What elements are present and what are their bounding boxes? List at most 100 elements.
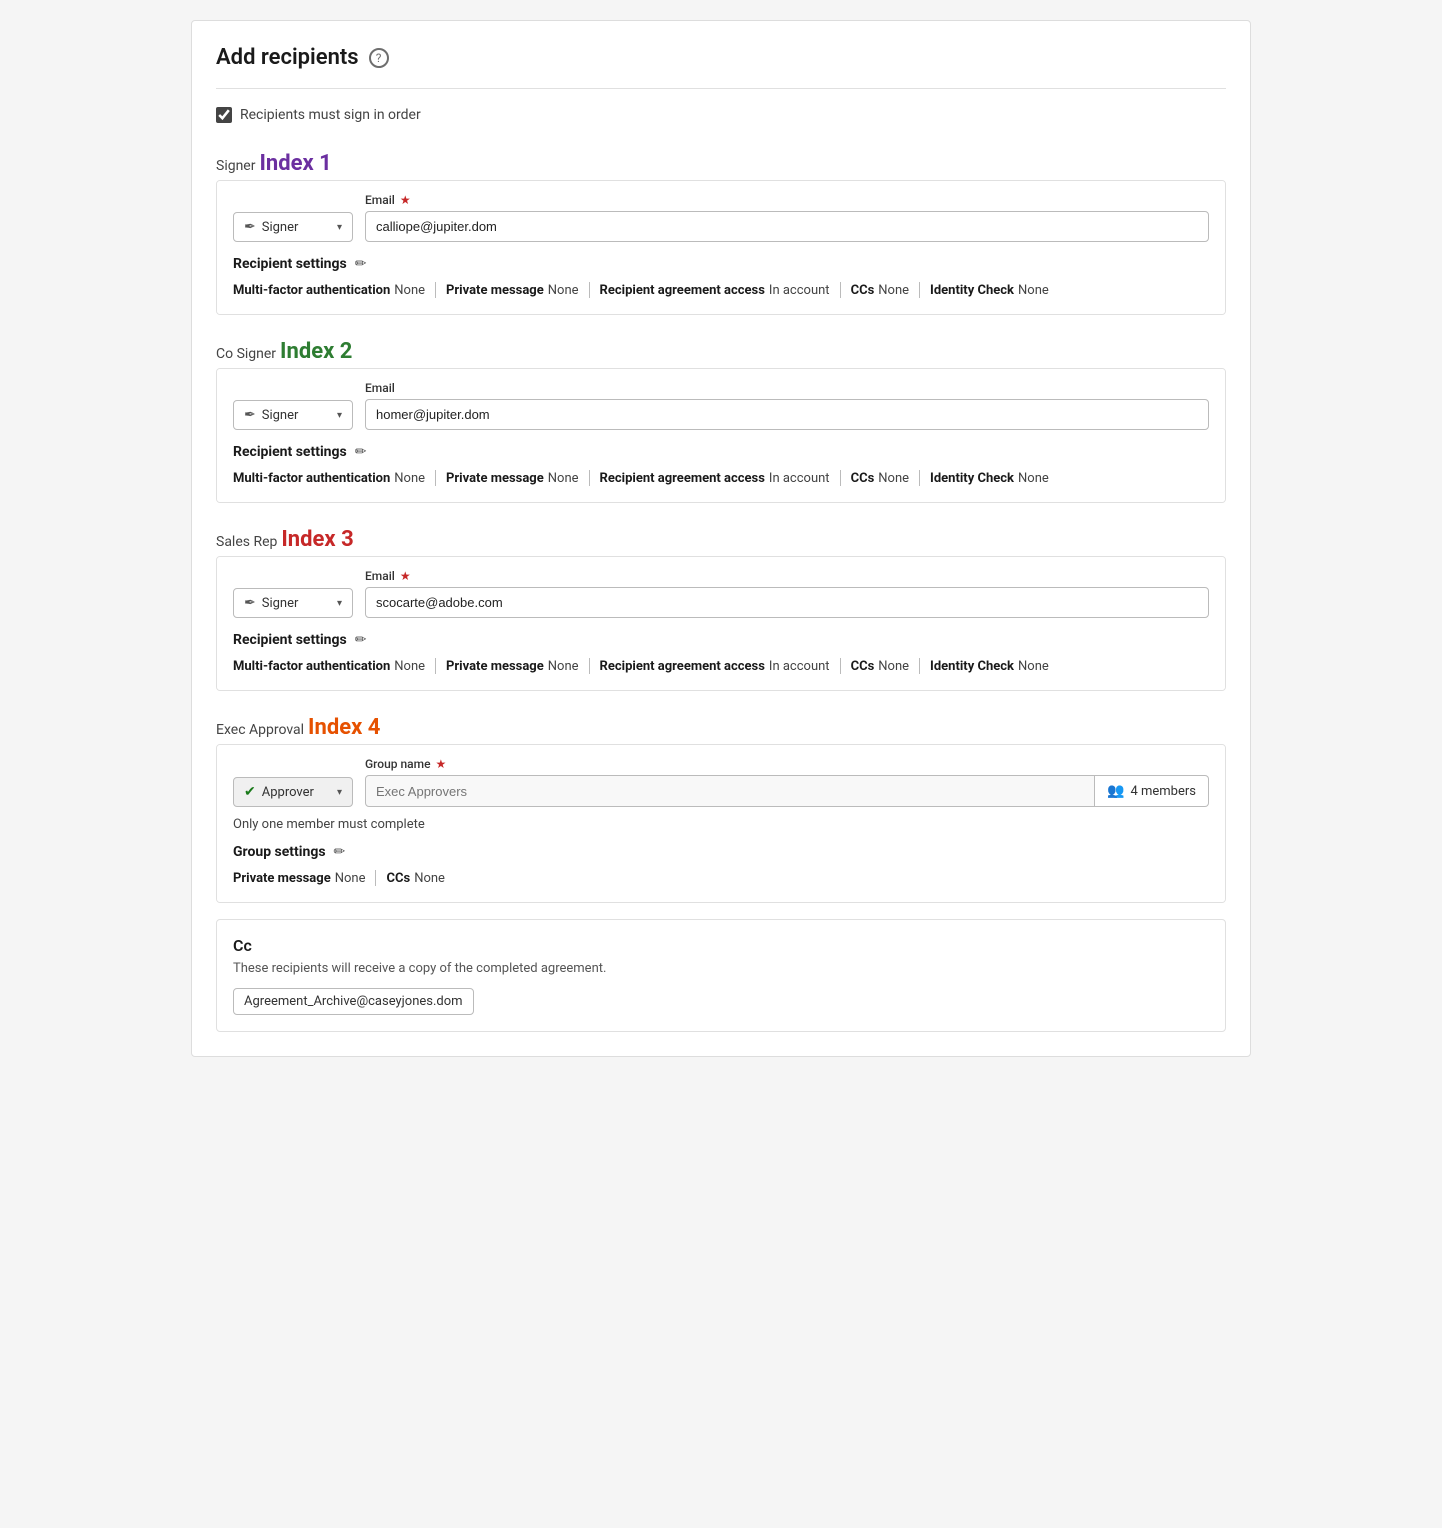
recipient-index-1: Index 1	[259, 151, 331, 176]
group-name-input[interactable]	[365, 775, 1095, 807]
settings-item-2-ic: Identity Check None	[930, 470, 1049, 486]
role-select-text-3: Signer	[262, 596, 331, 611]
sign-in-order-checkbox[interactable]	[216, 107, 232, 123]
edit-icon-1[interactable]: ✏	[355, 256, 367, 272]
role-select-text-4: Approver	[262, 785, 331, 800]
settings-label-2: Recipient settings	[233, 444, 347, 460]
recipient-header-4: Exec Approval Index 4	[216, 707, 1226, 744]
group-settings-item-ccs: CCs None	[386, 870, 444, 886]
only-one-text: Only one member must complete	[233, 817, 1209, 832]
settings-item-3-raa: Recipient agreement access In account	[600, 658, 830, 674]
role-select-1[interactable]: ✒ Signer ▾	[233, 212, 353, 242]
recipient-label-3: Sales Rep	[216, 534, 277, 550]
checkbox-row: Recipients must sign in order	[216, 107, 1226, 123]
group-name-label: Group name ★	[365, 757, 1209, 771]
recipient-header-1: Signer Index 1	[216, 143, 1226, 180]
approver-role-icon: ✔	[244, 784, 256, 800]
page-header: Add recipients ?	[216, 45, 1226, 89]
group-settings-item-pm: Private message None	[233, 870, 365, 886]
recipient-label-1: Signer	[216, 158, 255, 174]
divider	[840, 658, 841, 674]
recipient-body-4: Role ✔ Approver ▾ Group name ★ 👥 4 membe…	[217, 745, 1225, 902]
signer-role-icon-1: ✒	[244, 219, 256, 235]
group-edit-icon[interactable]: ✏	[334, 844, 346, 860]
email-field-wrapper-1: Email ★	[365, 193, 1209, 242]
email-row-1: Role ✒ Signer ▾ Email ★	[233, 193, 1209, 242]
divider	[919, 658, 920, 674]
recipient-section-2: Role ✒ Signer ▾ Email Recipient settings…	[216, 368, 1226, 503]
email-field-label-3: Email ★	[365, 569, 1209, 583]
settings-item-3-mfa: Multi-factor authentication None	[233, 658, 425, 674]
group-settings-label: Group settings	[233, 844, 326, 860]
recipient-index-3: Index 3	[281, 527, 353, 552]
group-name-input-wrapper: Group name ★ 👥 4 members	[365, 757, 1209, 807]
role-select-text-2: Signer	[262, 408, 331, 423]
settings-row-1: Recipient settings ✏	[233, 256, 1209, 272]
recipient-body-2: Role ✒ Signer ▾ Email Recipient settings…	[217, 369, 1225, 502]
settings-item-1-mfa: Multi-factor authentication None	[233, 282, 425, 298]
settings-item-1-ccs: CCs None	[851, 282, 909, 298]
role-select-4[interactable]: ✔ Approver ▾	[233, 777, 353, 807]
settings-item-3-pm: Private message None	[446, 658, 578, 674]
recipient-label-2: Co Signer	[216, 346, 276, 362]
settings-item-2-ccs: CCs None	[851, 470, 909, 486]
email-input-1[interactable]	[365, 211, 1209, 242]
settings-item-2-pm: Private message None	[446, 470, 578, 486]
divider	[840, 470, 841, 486]
cc-email-value: Agreement_Archive@caseyjones.dom	[244, 994, 463, 1009]
email-row-3: Role ✒ Signer ▾ Email ★	[233, 569, 1209, 618]
members-icon: 👥	[1107, 783, 1124, 799]
settings-label-1: Recipient settings	[233, 256, 347, 272]
divider	[919, 470, 920, 486]
recipient-header-2: Co Signer Index 2	[216, 331, 1226, 368]
settings-item-3-ccs: CCs None	[851, 658, 909, 674]
group-settings-row: Group settings ✏	[233, 844, 1209, 860]
email-input-2[interactable]	[365, 399, 1209, 430]
email-required-1: ★	[400, 193, 411, 207]
settings-detail-3: Multi-factor authentication None Private…	[233, 658, 1209, 674]
edit-icon-2[interactable]: ✏	[355, 444, 367, 460]
settings-item-1-raa: Recipient agreement access In account	[600, 282, 830, 298]
members-count: 4 members	[1130, 784, 1196, 799]
divider	[589, 282, 590, 298]
email-input-3[interactable]	[365, 587, 1209, 618]
recipient-section-4: Role ✔ Approver ▾ Group name ★ 👥 4 membe…	[216, 744, 1226, 903]
divider	[435, 470, 436, 486]
role-select-arrow-3: ▾	[337, 598, 342, 609]
group-name-required: ★	[436, 757, 447, 771]
group-name-input-row: 👥 4 members	[365, 775, 1209, 807]
edit-icon-3[interactable]: ✏	[355, 632, 367, 648]
recipient-section-3: Role ✒ Signer ▾ Email ★ Recipient settin…	[216, 556, 1226, 691]
email-field-wrapper-3: Email ★	[365, 569, 1209, 618]
role-select-2[interactable]: ✒ Signer ▾	[233, 400, 353, 430]
role-select-3[interactable]: ✒ Signer ▾	[233, 588, 353, 618]
divider	[375, 870, 376, 886]
email-field-label-1: Email ★	[365, 193, 1209, 207]
email-field-label-2: Email	[365, 381, 1209, 395]
signer-role-icon-2: ✒	[244, 407, 256, 423]
cc-section: Cc These recipients will receive a copy …	[216, 919, 1226, 1032]
settings-item-1-ic: Identity Check None	[930, 282, 1049, 298]
role-select-arrow-2: ▾	[337, 410, 342, 421]
members-badge: 👥 4 members	[1095, 775, 1209, 807]
email-row-2: Role ✒ Signer ▾ Email	[233, 381, 1209, 430]
help-icon[interactable]: ?	[369, 48, 389, 68]
page-container: Add recipients ? Recipients must sign in…	[191, 20, 1251, 1057]
divider	[435, 658, 436, 674]
divider	[589, 470, 590, 486]
settings-detail-1: Multi-factor authentication None Private…	[233, 282, 1209, 298]
divider	[840, 282, 841, 298]
email-field-wrapper-2: Email	[365, 381, 1209, 430]
recipient-index-2: Index 2	[280, 339, 352, 364]
recipient-index-4: Index 4	[308, 715, 380, 740]
settings-item-2-raa: Recipient agreement access In account	[600, 470, 830, 486]
checkbox-label: Recipients must sign in order	[240, 107, 421, 123]
role-select-text-1: Signer	[262, 220, 331, 235]
group-settings-detail: Private message None CCs None	[233, 870, 1209, 886]
recipient-body-1: Role ✒ Signer ▾ Email ★ Recipient settin…	[217, 181, 1225, 314]
divider	[589, 658, 590, 674]
recipient-section-1: Role ✒ Signer ▾ Email ★ Recipient settin…	[216, 180, 1226, 315]
settings-row-3: Recipient settings ✏	[233, 632, 1209, 648]
cc-email-tag[interactable]: Agreement_Archive@caseyjones.dom	[233, 988, 474, 1015]
cc-description: These recipients will receive a copy of …	[233, 961, 1209, 976]
